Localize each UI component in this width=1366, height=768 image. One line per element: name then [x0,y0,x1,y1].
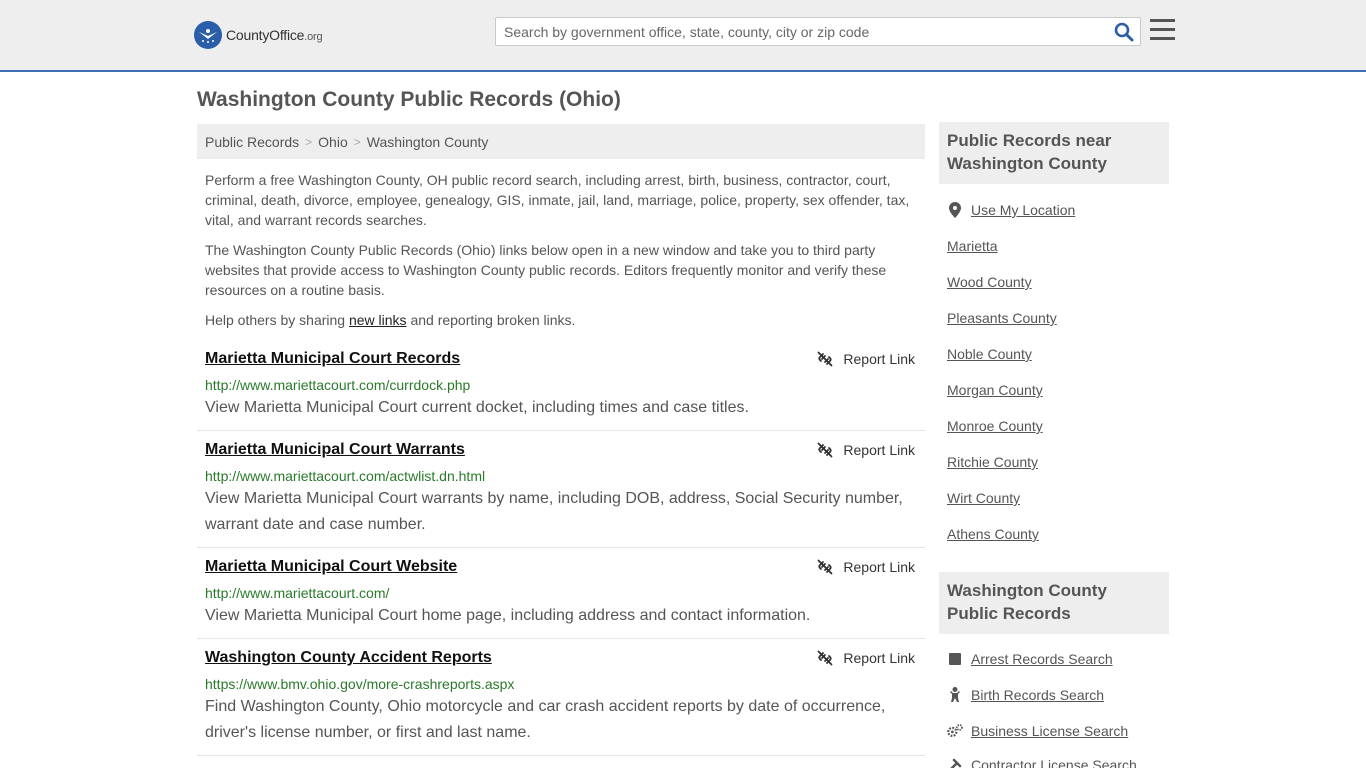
logo-eagle-icon [194,21,222,49]
record-url: http://www.mariettacourt.com/currdock.ph… [205,377,471,393]
search-input[interactable] [496,18,1096,45]
intro-paragraph: Perform a free Washington County, OH pub… [205,172,910,228]
breadcrumb: Public Records > Ohio > Washington Count… [197,124,925,159]
record-item: Washington County Accident Reports Repor… [197,649,925,756]
record-title-link[interactable]: Marietta Municipal Court Warrants [205,441,465,459]
breadcrumb-washington-county[interactable]: Washington County [367,134,489,150]
breadcrumb-ohio[interactable]: Ohio [318,134,348,150]
hamburger-menu-icon[interactable] [1150,19,1175,41]
sidebar-record-link[interactable]: Contractor License Search [947,757,1137,768]
page-title: Washington County Public Records (Ohio) [197,88,621,111]
broken-link-icon [818,559,833,575]
square-icon [947,651,963,667]
sidebar-nearby-heading: Public Records near Washington County [939,122,1169,184]
disclaimer-paragraph: The Washington County Public Records (Oh… [205,242,887,298]
record-description: Find Washington County, Ohio motorcycle … [205,698,886,741]
sidebar-record-link[interactable]: Business License Search [947,723,1128,739]
share-paragraph: Help others by sharing new links and rep… [205,312,576,328]
search-button[interactable] [1114,22,1134,42]
sidebar-record-link[interactable]: Birth Records Search [947,687,1104,703]
record-description: View Marietta Municipal Court current do… [205,399,749,416]
use-my-location-link[interactable]: Use My Location [947,202,1075,218]
sidebar-nearby-link[interactable]: Ritchie County [947,454,1038,470]
baby-icon [947,687,963,703]
site-header: CountyOffice.org [0,0,1366,72]
breadcrumb-public-records[interactable]: Public Records [205,134,299,150]
sidebar-nearby-link[interactable]: Morgan County [947,382,1043,398]
sidebar-nearby-link[interactable]: Athens County [947,526,1039,542]
breadcrumb-separator-icon: > [305,134,313,149]
sidebar-nearby-link[interactable]: Wirt County [947,490,1020,506]
record-description: View Marietta Municipal Court home page,… [205,607,811,624]
site-logo[interactable]: CountyOffice.org [194,20,323,50]
record-url: http://www.mariettacourt.com/actwlist.dn… [205,468,486,484]
broken-link-icon [818,650,833,666]
broken-link-icon [818,442,833,458]
record-description: View Marietta Municipal Court warrants b… [205,490,903,533]
record-item: Marietta Municipal Court Website Report … [197,558,925,639]
record-url: http://www.mariettacourt.com/ [205,585,390,601]
record-item: Marietta Municipal Court Warrants Report… [197,441,925,548]
record-title-link[interactable]: Marietta Municipal Court Website [205,558,457,576]
report-link-button[interactable]: Report Link [817,559,915,575]
sidebar-nearby-link[interactable]: Noble County [947,346,1032,362]
breadcrumb-separator-icon: > [353,134,361,149]
report-link-button[interactable]: Report Link [817,442,915,458]
tools-icon [947,757,963,768]
sidebar-nearby-link[interactable]: Marietta [947,238,998,254]
sidebar-record-link[interactable]: Arrest Records Search [947,651,1113,667]
sidebar-nearby-link[interactable]: Monroe County [947,418,1043,434]
sidebar-records-heading: Washington County Public Records [939,572,1169,634]
sidebar-nearby-link[interactable]: Wood County [947,274,1032,290]
record-title-link[interactable]: Marietta Municipal Court Records [205,350,460,368]
record-item: Marietta Municipal Court Records Report … [197,350,925,431]
broken-link-icon [818,351,833,367]
search-icon [1114,22,1134,42]
search-box [495,17,1141,46]
gears-icon [947,723,963,739]
record-title-link[interactable]: Washington County Accident Reports [205,649,492,667]
new-links-link[interactable]: new links [349,312,407,328]
record-url: https://www.bmv.ohio.gov/more-crashrepor… [205,676,515,692]
sidebar-nearby-link[interactable]: Pleasants County [947,310,1057,326]
report-link-button[interactable]: Report Link [817,351,915,367]
report-link-button[interactable]: Report Link [817,650,915,666]
map-marker-icon [947,202,963,218]
logo-text: CountyOffice.org [226,27,323,43]
